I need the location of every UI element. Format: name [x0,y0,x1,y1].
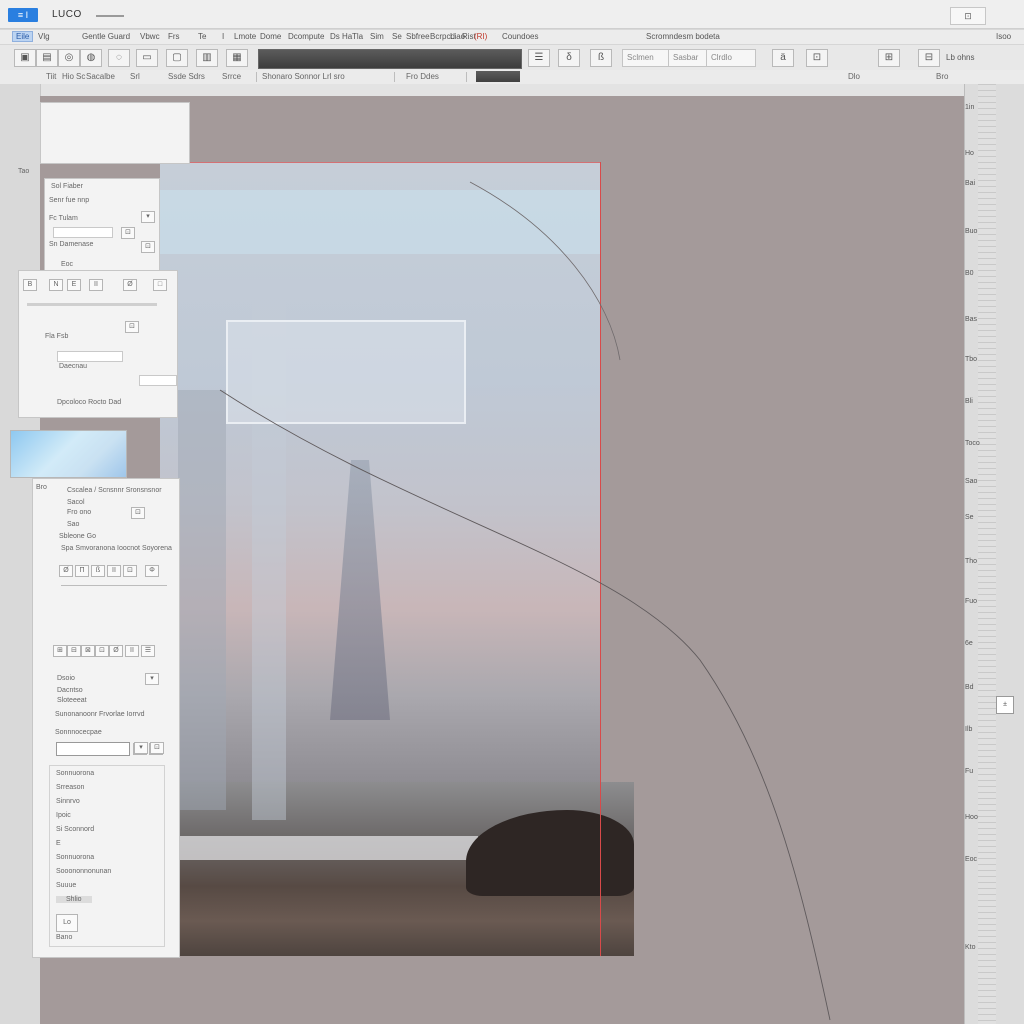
text-input[interactable] [56,742,130,756]
value-field[interactable] [57,351,123,362]
value-field[interactable] [53,227,113,238]
tool-icon[interactable]: ⊡ [123,565,137,577]
tool-icon[interactable]: Φ [145,565,159,577]
link-icon[interactable]: ⊡ [131,507,145,519]
layer-list: Sonnuorona Srreason Sinnrvo Ipoic Si Sco… [49,765,165,947]
tool-icon[interactable]: E [67,279,81,291]
panel-row-label: Sbleone Go [59,533,96,540]
dropdown-icon[interactable]: ▾ [141,211,155,223]
list-item[interactable]: Shlio [56,896,92,903]
tool-icon[interactable]: ⊟ [67,645,81,657]
tool-icon[interactable]: II [107,565,121,577]
panel-row-label: Fc Tulam [49,215,78,222]
tool-icon[interactable]: Ø [109,645,123,657]
panel-header-area [40,102,190,164]
panel-row-label: Sao [67,521,80,528]
tool-icon[interactable]: ß [91,565,105,577]
panel-title: Sol Fiaber [51,183,83,190]
panel-tab-label: Tao [18,168,30,175]
panel-footer-label: Bano [56,934,73,941]
list-item[interactable]: E [56,840,61,847]
panel-side-label: Bro [36,484,47,491]
options-icon[interactable]: ⊡ [150,742,164,754]
list-item[interactable]: Si Sconnord [56,826,94,833]
panel-row-label: Daecnau [59,363,88,370]
dropdown-icon[interactable]: ▾ [134,742,148,754]
panel-row-label: Senr fue nnp [49,197,90,204]
list-item[interactable]: Suuue [56,882,76,889]
properties-panel: Sol Fiaber Senr fue nnp ▾ Fc Tulam Sn Da… [44,178,160,272]
toggle-icon[interactable]: ⊡ [125,321,139,333]
tool-icon[interactable]: Ø [123,279,137,291]
list-item[interactable]: Srreason [56,784,84,791]
panel-row-label: Dacntso [57,687,83,694]
tool-icon[interactable]: B [23,279,37,291]
panel-row-label: Fla Fsb [45,333,69,340]
tool-icon[interactable]: Π [75,565,89,577]
panel-row-label: Dsoio [57,675,75,682]
add-layer-button[interactable]: Lo [56,914,78,932]
slider-field[interactable] [139,375,177,386]
list-item[interactable]: Ipoic [56,812,71,819]
tool-icon[interactable]: II [125,645,139,657]
tool-icon[interactable]: N [49,279,63,291]
adjustments-panel: Cscalea / Scnsnnr Sronsnsnor Sacol Fro o… [32,478,180,958]
panel-section-label: Sonnnocecpae [55,729,102,736]
tool-icon[interactable]: ⊞ [53,645,67,657]
dropdown-icon[interactable]: ▾ [145,673,159,685]
list-item[interactable]: Sonnuorona [56,854,94,861]
tool-icon[interactable]: II [89,279,103,291]
tool-icon[interactable]: ☰ [141,645,155,657]
panel-row-label: Fro ono [67,509,92,516]
layers-panel: B N E II Ø □ Fla Fsb ⊡ Daecnau Dpcoloco … [18,270,178,418]
panel-row-label: Spa Smvoranona Ioocnot Soyorena [61,545,172,552]
panel-row-label: Sloteeeat [57,697,87,704]
panel-divider [27,303,157,306]
gradient-swatch[interactable] [10,430,127,478]
panel-header: Cscalea / Scnsnnr Sronsnsnor [67,487,162,494]
tool-icon[interactable]: Ø [59,565,73,577]
panel-row-label: Dpcoloco Rocto Dad [57,399,122,406]
panel-row-label: Sn Damenase [49,241,94,248]
list-item[interactable]: Sinnrvo [56,798,80,805]
panel-row-label: Eoc [61,261,74,268]
tool-icon[interactable]: ⊠ [81,645,95,657]
toggle-icon[interactable]: ⊡ [121,227,135,239]
tool-icon[interactable]: □ [153,279,167,291]
toggle-icon[interactable]: ⊡ [141,241,155,253]
panel-divider [61,585,167,586]
list-item[interactable]: Sonnuorona [56,770,94,777]
panel-row-label: Sacol [67,499,85,506]
tool-icon[interactable]: ⊡ [95,645,109,657]
list-item[interactable]: Sooononnonunan [56,868,111,875]
panel-row-label: Sunonanoonr Frvorlae Iorrvd [55,711,145,718]
